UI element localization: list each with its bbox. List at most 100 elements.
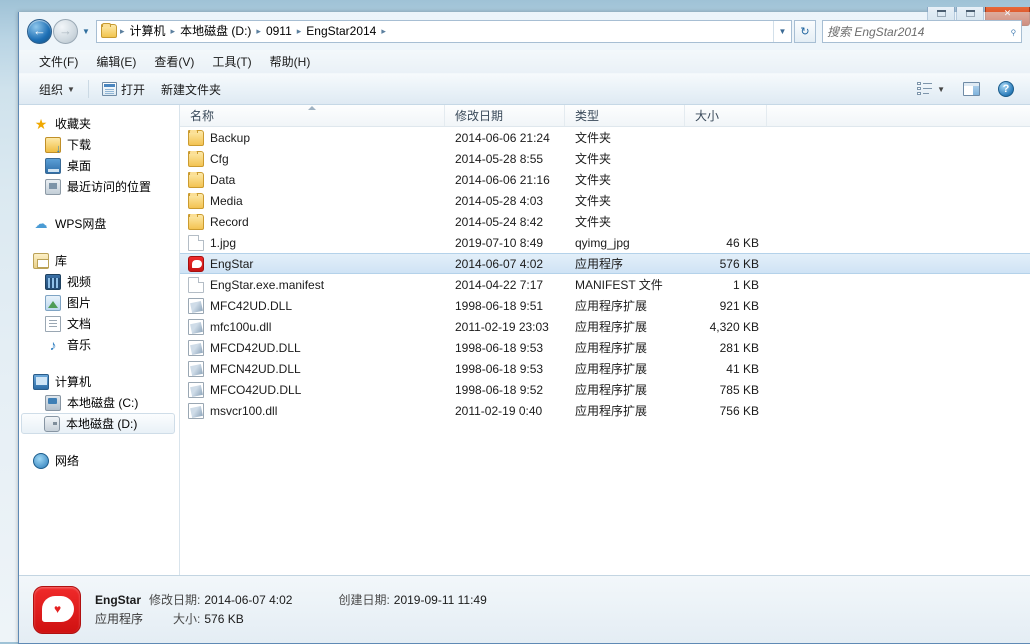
organize-button[interactable]: 组织 ▼ (31, 78, 83, 101)
sidebar-item-favorites[interactable]: ★ 收藏夹 (19, 113, 179, 134)
file-name-cell: EngStar (180, 255, 445, 272)
column-header-name[interactable]: 名称 (180, 105, 445, 126)
file-date-cell: 2011-02-19 0:40 (455, 403, 543, 418)
nav-group-wps: ☁ WPS网盘 (19, 213, 179, 234)
table-row[interactable]: Media 2014-05-28 4:03 文件夹 (180, 190, 1030, 211)
column-header-date[interactable]: 修改日期 (445, 105, 565, 126)
forward-button[interactable]: → (53, 18, 78, 44)
sidebar-item-desktop[interactable]: 桌面 (19, 155, 179, 176)
organize-label: 组织 (39, 82, 64, 97)
details-line-1: EngStar 修改日期: 2014-06-07 4:02 创建日期: 2019… (95, 591, 487, 610)
file-name-label: Backup (210, 130, 251, 145)
table-row[interactable]: MFCD42UD.DLL 1998-06-18 9:53 应用程序扩展 281 KB (180, 337, 1030, 358)
menu-edit[interactable]: 编辑(E) (88, 51, 144, 72)
dll-icon (188, 402, 204, 419)
toolbar-divider (87, 80, 89, 98)
table-row[interactable]: Record 2014-05-24 8:42 文件夹 (180, 211, 1030, 232)
address-dropdown-icon[interactable]: ▼ (773, 20, 791, 42)
chevron-down-icon: ▼ (67, 84, 75, 94)
file-size-cell: 281 KB (719, 340, 759, 355)
menu-tools[interactable]: 工具(T) (204, 51, 259, 72)
menu-file[interactable]: 文件(F) (31, 51, 86, 72)
column-headers: 名称 修改日期 类型 大小 (180, 105, 1030, 127)
history-dropdown-button[interactable]: ▼ (78, 19, 94, 44)
folder-icon (188, 171, 204, 188)
address-bar: ← → ▼ ▸ 计算机 ▸ 本地磁盘 (D:) ▸ 0911 ▸ EngStar… (19, 12, 1030, 50)
breadcrumb-item-drive-d[interactable]: 本地磁盘 (D:) (176, 22, 255, 41)
file-name-label: MFC42UD.DLL (210, 298, 293, 313)
table-row[interactable]: mfc100u.dll 2011-02-19 23:03 应用程序扩展 4,320 K… (180, 316, 1030, 337)
sidebar-item-network[interactable]: 网络 (19, 450, 179, 471)
file-type-cell: 文件夹 (575, 152, 612, 166)
table-row[interactable]: 1.jpg 2019-07-10 8:49 qyimg_jpg 46 KB (180, 232, 1030, 253)
file-size-cell: 1 KB (732, 277, 759, 292)
breadcrumb-item-engstar2014[interactable]: EngStar2014 (302, 22, 380, 41)
table-row[interactable]: MFCO42UD.DLL 1998-06-18 9:52 应用程序扩展 785 KB (180, 379, 1030, 400)
file-name-cell: MFCD42UD.DLL (180, 339, 445, 356)
sidebar-item-downloads[interactable]: 下载 (19, 134, 179, 155)
app-icon (188, 255, 204, 272)
open-button[interactable]: 打开 (94, 78, 153, 101)
column-header-type[interactable]: 类型 (565, 105, 685, 126)
sidebar-item-drive-c[interactable]: 本地磁盘 (C:) (19, 392, 179, 413)
menu-help[interactable]: 帮助(H) (262, 51, 319, 72)
sidebar-label: 网络 (55, 454, 80, 468)
search-input[interactable]: 搜索 EngStar2014 ⌕ (822, 19, 1022, 43)
file-name-cell: MFCO42UD.DLL (180, 381, 445, 398)
sidebar-item-wps-cloud[interactable]: ☁ WPS网盘 (19, 213, 179, 234)
sidebar-item-libraries[interactable]: 库 (19, 250, 179, 271)
table-row[interactable]: EngStar.exe.manifest 2014-04-22 7:17 MANIF… (180, 274, 1030, 295)
details-created-value: 2019-09-11 11:49 (393, 592, 487, 607)
file-name-label: EngStar.exe.manifest (210, 277, 325, 292)
file-name-cell: Cfg (180, 150, 445, 167)
breadcrumb-item-0911[interactable]: 0911 (262, 22, 296, 41)
star-icon: ★ (34, 115, 48, 132)
help-button[interactable]: ? (990, 78, 1022, 100)
menu-view[interactable]: 查看(V) (146, 51, 202, 72)
table-row[interactable]: EngStar 2014-06-07 4:02 应用程序 576 KB (180, 253, 1030, 274)
back-arrow-icon: ← (33, 23, 46, 38)
table-row[interactable]: Backup 2014-06-06 21:24 文件夹 (180, 127, 1030, 148)
breadcrumb[interactable]: ▸ 计算机 ▸ 本地磁盘 (D:) ▸ 0911 ▸ EngStar2014 ▸… (96, 19, 792, 43)
forward-arrow-icon: → (59, 23, 72, 38)
sidebar-item-computer[interactable]: 计算机 (19, 371, 179, 392)
navigation-pane[interactable]: ★ 收藏夹 下载 桌面 最近访问的位置 (19, 105, 180, 575)
file-type-cell: 应用程序扩展 (575, 341, 648, 355)
show-preview-pane-button[interactable] (955, 79, 988, 99)
sidebar-item-recent-places[interactable]: 最近访问的位置 (19, 176, 179, 197)
file-rows[interactable]: Backup 2014-06-06 21:24 文件夹 Cfg 2014-05-28 8… (180, 127, 1030, 575)
file-size-cell: 576 KB (719, 256, 759, 271)
refresh-button[interactable]: ↻ (794, 19, 816, 43)
sidebar-item-music[interactable]: ♪ 音乐 (19, 334, 179, 355)
chevron-down-icon: ▼ (82, 26, 90, 36)
column-label: 名称 (190, 109, 215, 123)
breadcrumb-item-computer[interactable]: 计算机 (126, 22, 170, 41)
table-row[interactable]: Cfg 2014-05-28 8:55 文件夹 (180, 148, 1030, 169)
engstar-app-icon: ♥ (33, 585, 81, 634)
back-button[interactable]: ← (27, 18, 52, 44)
change-view-button[interactable]: ▼ (909, 79, 953, 99)
sidebar-label: 最近访问的位置 (67, 180, 152, 194)
sidebar-label: 视频 (67, 275, 92, 289)
new-folder-button[interactable]: 新建文件夹 (153, 78, 229, 101)
file-date-cell: 1998-06-18 9:53 (455, 340, 544, 355)
disk-d-icon (44, 415, 60, 432)
preview-pane-icon (963, 82, 980, 96)
sidebar-item-drive-d[interactable]: 本地磁盘 (D:) (21, 413, 175, 434)
library-icon (33, 252, 49, 269)
file-size-cell: 756 KB (719, 403, 759, 418)
sidebar-item-documents[interactable]: 文档 (19, 313, 179, 334)
table-row[interactable]: Data 2014-06-06 21:16 文件夹 (180, 169, 1030, 190)
column-header-size[interactable]: 大小 (685, 105, 767, 126)
table-row[interactable]: MFC42UD.DLL 1998-06-18 9:51 应用程序扩展 921 KB (180, 295, 1030, 316)
table-row[interactable]: msvcr100.dll 2011-02-19 0:40 应用程序扩展 756 KB (180, 400, 1030, 421)
table-row[interactable]: MFCN42UD.DLL 1998-06-18 9:53 应用程序扩展 41 KB (180, 358, 1030, 379)
help-icon: ? (998, 81, 1014, 97)
file-name-cell: msvcr100.dll (180, 402, 445, 419)
new-folder-label: 新建文件夹 (160, 82, 221, 97)
file-type-cell: 文件夹 (575, 131, 612, 145)
sidebar-item-videos[interactable]: 视频 (19, 271, 179, 292)
sidebar-item-pictures[interactable]: 图片 (19, 292, 179, 313)
file-date-cell: 1998-06-18 9:53 (455, 361, 544, 376)
